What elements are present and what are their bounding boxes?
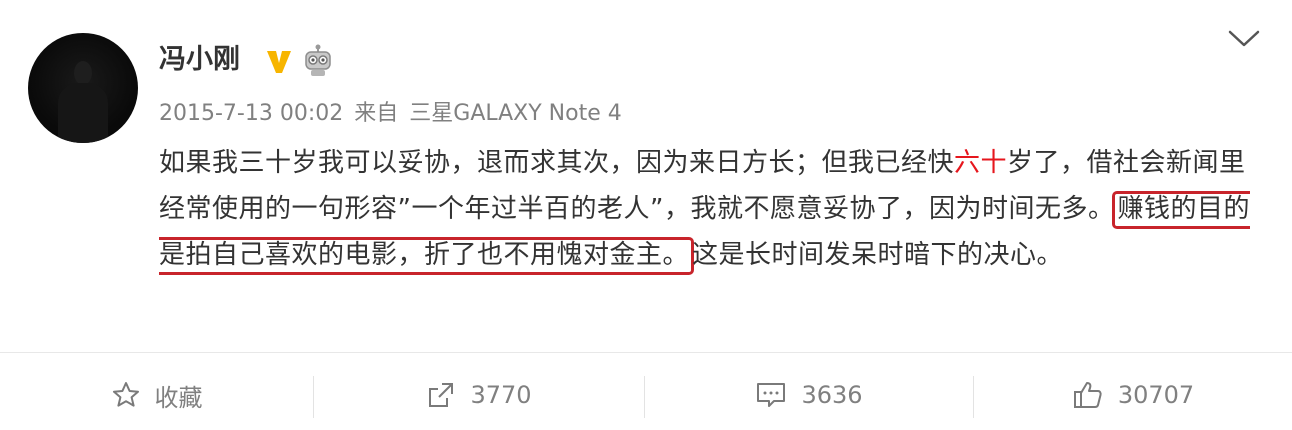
like-button[interactable]: 30707 bbox=[974, 365, 1292, 425]
post-meta: 2015-7-13 00:02 来自 三星GALAXY Note 4 bbox=[159, 98, 626, 130]
content-highlight-red: 六十 bbox=[954, 148, 1008, 178]
avatar[interactable] bbox=[28, 33, 138, 143]
comment-icon bbox=[757, 383, 786, 407]
user-name[interactable]: 冯小刚 bbox=[159, 42, 240, 78]
post-content: 如果我三十岁我可以妥协，退而求其次，因为来日方长；但我已经快六十岁了，借社会新闻… bbox=[159, 140, 1269, 278]
robot-icon[interactable] bbox=[301, 44, 335, 78]
content-text-3: 这是长时间发呆时暗下的决心。 bbox=[692, 240, 1064, 270]
chevron-down-icon[interactable] bbox=[1227, 28, 1261, 50]
favorite-button[interactable]: 收藏 bbox=[0, 365, 313, 425]
content-text-1: 如果我三十岁我可以妥协，退而求其次，因为来日方长；但我已经快 bbox=[159, 148, 955, 178]
divider bbox=[0, 352, 1292, 353]
weibo-post: 冯小刚 2015-7-13 00:02 来自 三星GALAXY Note 4 如… bbox=[0, 0, 1292, 430]
share-button[interactable]: 3770 bbox=[314, 365, 644, 425]
like-count: 30707 bbox=[1117, 381, 1195, 409]
post-time[interactable]: 2015-7-13 00:02 bbox=[159, 101, 343, 126]
favorite-label: 收藏 bbox=[154, 383, 203, 412]
comment-button[interactable]: 3636 bbox=[645, 365, 973, 425]
post-device[interactable]: 三星GALAXY Note 4 bbox=[409, 101, 621, 126]
like-icon bbox=[1073, 382, 1102, 408]
verified-icon bbox=[267, 51, 291, 73]
post-from-label: 来自 bbox=[354, 101, 399, 126]
share-icon bbox=[429, 383, 454, 407]
star-icon bbox=[112, 382, 139, 407]
comment-count: 3636 bbox=[801, 381, 863, 409]
share-count: 3770 bbox=[470, 381, 532, 409]
